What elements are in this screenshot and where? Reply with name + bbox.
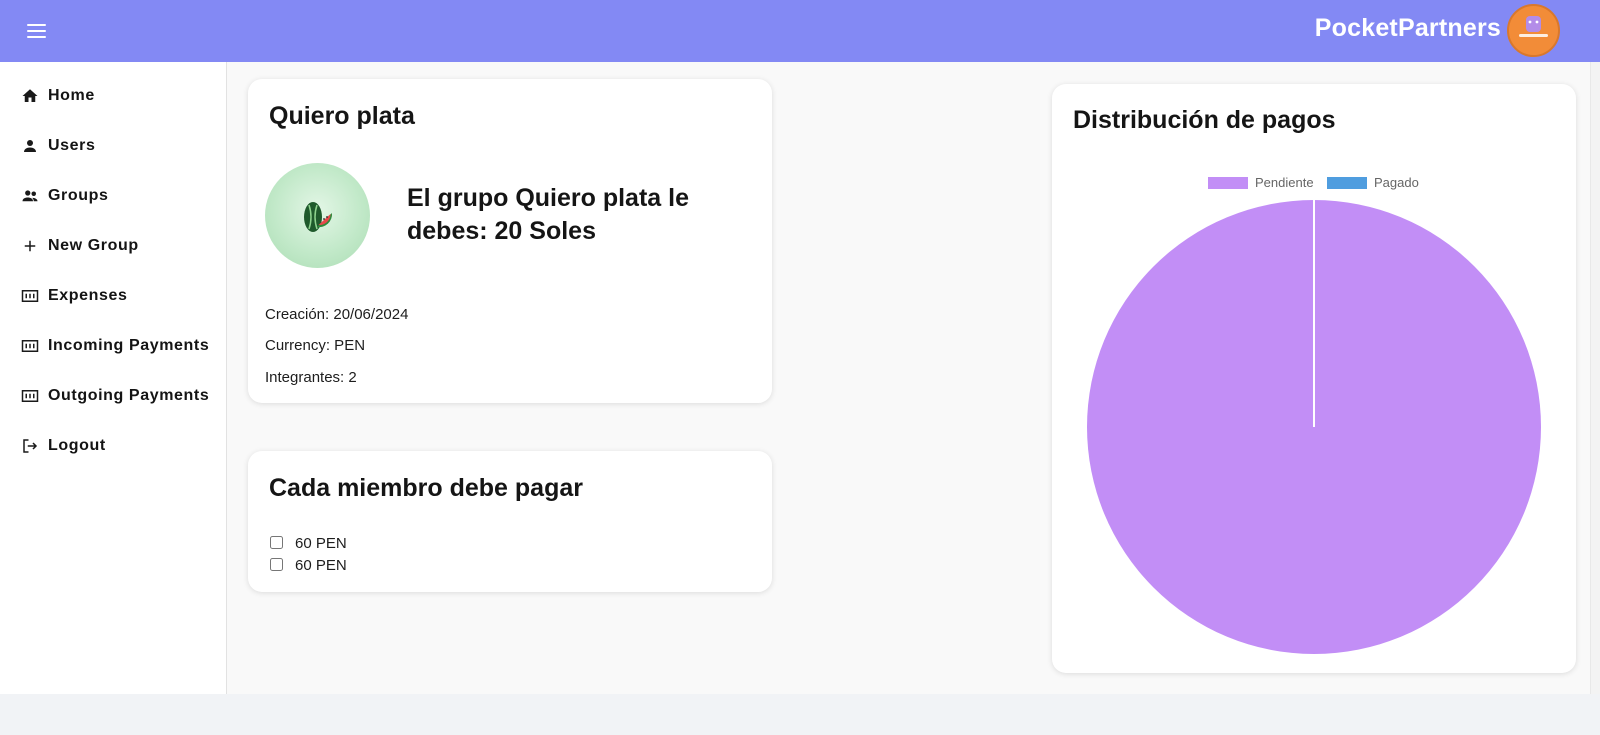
plus-icon [24, 240, 36, 252]
sidebar-item-label: Users [48, 137, 96, 154]
legend-swatch [1327, 177, 1367, 189]
member-amount: 60 PEN [295, 535, 347, 552]
sidebar-item-label: Home [48, 87, 95, 104]
group-avatar [265, 163, 370, 268]
top-app-bar: PocketPartners [0, 0, 1600, 62]
chart-title: Distribución de pagos [1073, 106, 1336, 134]
app-brand-title: PocketPartners [1314, 14, 1501, 42]
sidebar-item-label: Logout [48, 437, 106, 454]
legend-label: Pendiente [1255, 175, 1314, 190]
sidebar-item-new-group[interactable]: New Group [0, 226, 226, 266]
sidebar-item-label: Expenses [48, 287, 128, 304]
member-amount: 60 PEN [295, 557, 347, 574]
group-title: Quiero plata [269, 102, 415, 130]
sidebar-item-label: Groups [48, 187, 109, 204]
sidebar-item-expenses[interactable]: Expenses [0, 276, 226, 316]
sidebar-item-label: Incoming Payments [48, 337, 210, 354]
group-currency: Currency: PEN [265, 337, 366, 354]
receipt-icon [21, 340, 39, 352]
group-debt-text: El grupo Quiero plata le debes: 20 Soles [407, 184, 689, 245]
sidebar-item-label: New Group [48, 237, 139, 254]
sidebar-item-users[interactable]: Users [0, 126, 226, 166]
group-members-count: Integrantes: 2 [265, 369, 357, 386]
payment-distribution-card: Distribución de pagos Pendiente Pagado [1052, 84, 1576, 673]
sidebar-item-incoming-payments[interactable]: Incoming Payments [0, 326, 226, 366]
receipt-icon [21, 290, 39, 302]
member-paid-checkbox[interactable] [270, 536, 283, 549]
group-summary-card: Quiero plata El grupo Quiero plata le de… [248, 79, 772, 403]
user-avatar[interactable] [1507, 4, 1560, 57]
members-card-title: Cada miembro debe pagar [269, 474, 583, 502]
receipt-icon [21, 390, 39, 402]
legend-swatch [1208, 177, 1248, 189]
sidebar-nav: Home Users Groups New Group Expenses Inc… [0, 62, 227, 694]
groups-icon [22, 190, 38, 202]
sidebar-item-logout[interactable]: Logout [0, 426, 226, 466]
page-scrollbar[interactable] [1590, 62, 1600, 694]
members-payment-card: Cada miembro debe pagar 60 PEN 60 PEN [248, 451, 772, 592]
home-icon [22, 89, 38, 102]
sidebar-item-groups[interactable]: Groups [0, 176, 226, 216]
watermelon-icon [304, 202, 333, 232]
logout-icon [23, 439, 38, 453]
user-icon [24, 140, 36, 152]
member-paid-checkbox[interactable] [270, 558, 283, 571]
sidebar-item-outgoing-payments[interactable]: Outgoing Payments [0, 376, 226, 416]
page-footer-area [0, 694, 1600, 735]
group-creation-date: Creación: 20/06/2024 [265, 306, 409, 323]
sidebar-item-label: Outgoing Payments [48, 387, 210, 404]
legend-label: Pagado [1374, 175, 1419, 190]
sidebar-item-home[interactable]: Home [0, 76, 226, 116]
payment-pie-chart [1087, 200, 1541, 654]
hamburger-menu-icon[interactable] [24, 18, 50, 44]
